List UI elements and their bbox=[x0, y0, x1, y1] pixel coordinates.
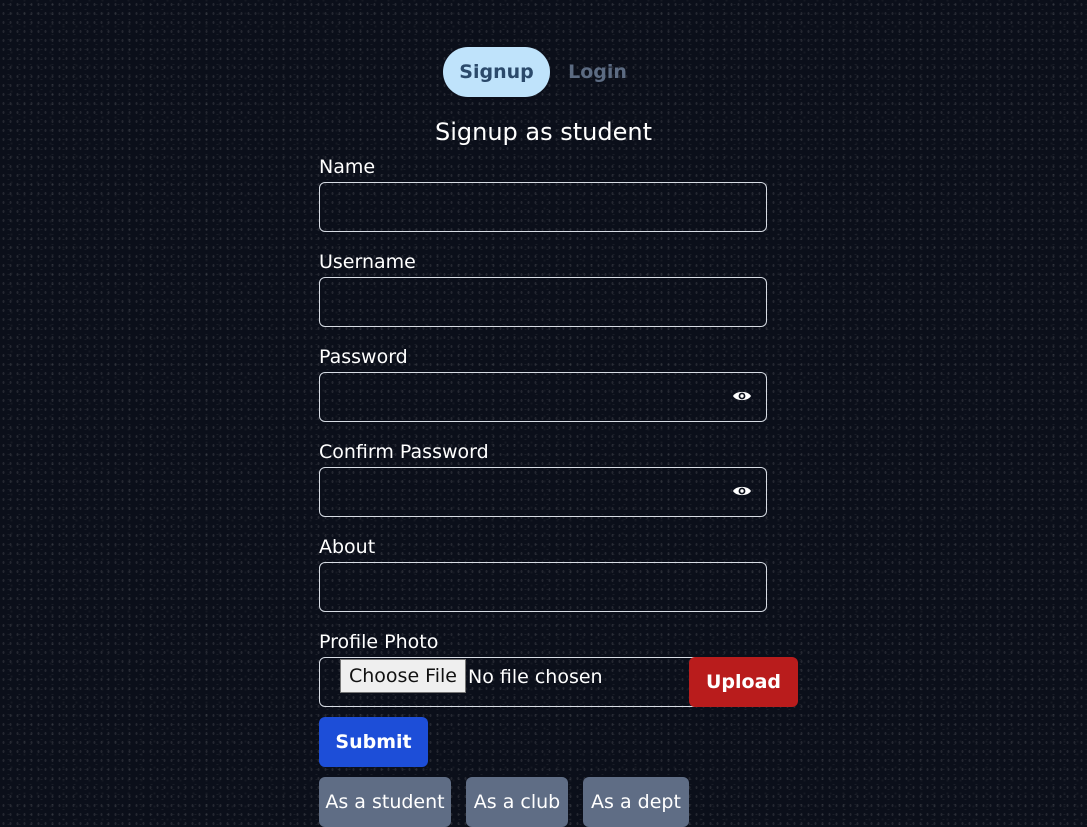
eye-icon[interactable] bbox=[732, 483, 752, 499]
eye-icon[interactable] bbox=[732, 388, 752, 404]
file-status: No file chosen bbox=[468, 666, 603, 688]
username-field-box bbox=[319, 277, 767, 327]
confirm-password-label: Confirm Password bbox=[319, 441, 489, 463]
confirm-password-input[interactable] bbox=[320, 468, 766, 516]
name-label: Name bbox=[319, 156, 376, 178]
role-dept-button[interactable]: As a dept bbox=[583, 777, 689, 827]
about-input[interactable] bbox=[320, 563, 766, 611]
tab-signup[interactable]: Signup bbox=[443, 47, 550, 97]
username-label: Username bbox=[319, 251, 416, 273]
password-input[interactable] bbox=[320, 373, 766, 421]
choose-file-button[interactable]: Choose File bbox=[340, 659, 466, 693]
about-label: About bbox=[319, 536, 376, 558]
password-label: Password bbox=[319, 346, 408, 368]
name-input[interactable] bbox=[320, 183, 766, 231]
password-field-box bbox=[319, 372, 767, 422]
form-title: Signup as student bbox=[434, 118, 652, 146]
auth-tabs: Signup Login bbox=[443, 47, 645, 97]
username-input[interactable] bbox=[320, 278, 766, 326]
about-field-box bbox=[319, 562, 767, 612]
confirm-password-field-box bbox=[319, 467, 767, 517]
role-club-button[interactable]: As a club bbox=[466, 777, 568, 827]
role-student-button[interactable]: As a student bbox=[319, 777, 451, 827]
submit-button[interactable]: Submit bbox=[319, 717, 428, 767]
name-field-box bbox=[319, 182, 767, 232]
profile-photo-label: Profile Photo bbox=[319, 631, 439, 653]
tab-login[interactable]: Login bbox=[550, 47, 645, 97]
upload-button[interactable]: Upload bbox=[689, 657, 798, 707]
